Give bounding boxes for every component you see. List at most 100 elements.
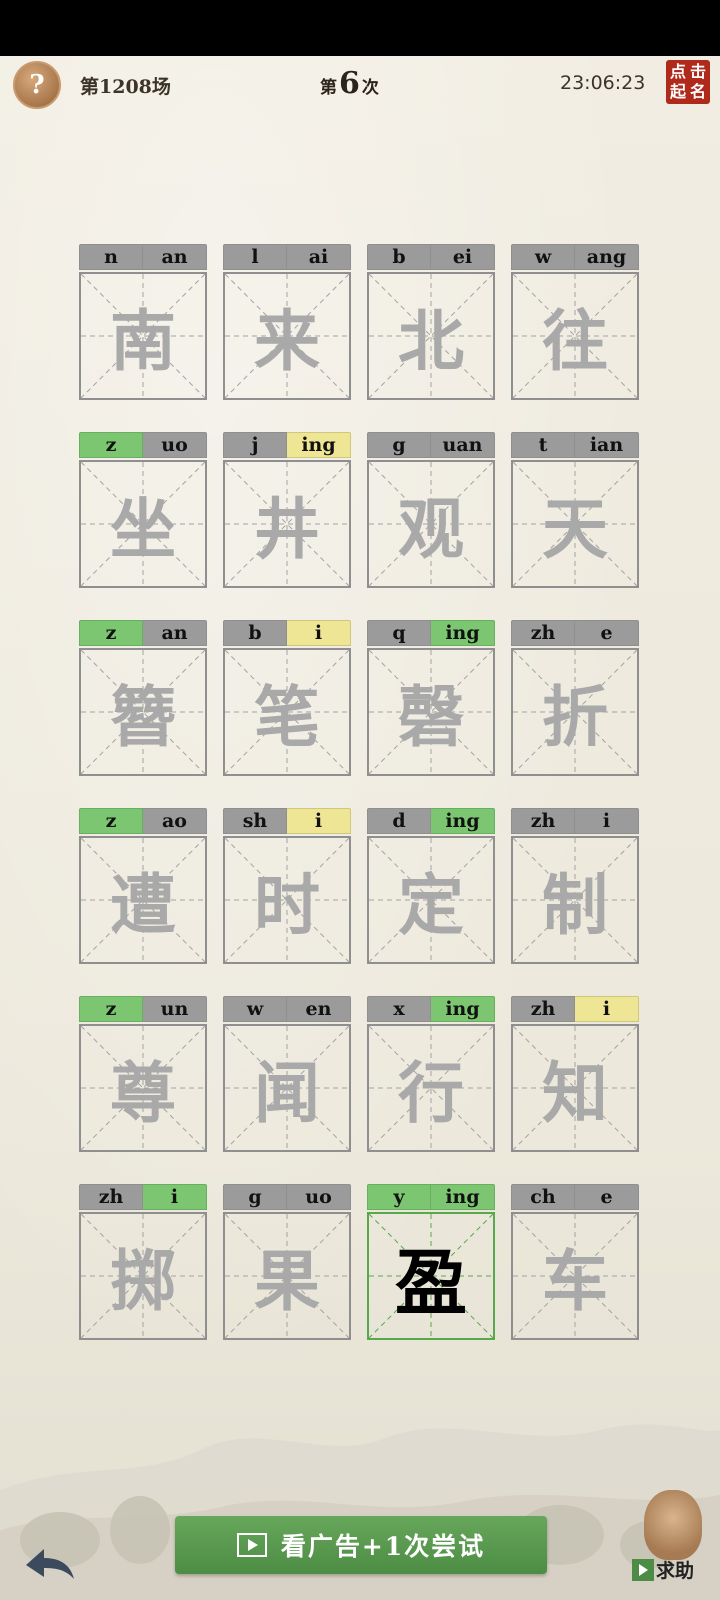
pinyin-initial: g: [223, 1184, 287, 1210]
pinyin-initial: n: [79, 244, 143, 270]
character-cell[interactable]: d ing 定: [367, 808, 495, 964]
hanzi-character: 闻: [254, 1054, 320, 1132]
round-number: 第1208场: [80, 76, 171, 98]
pinyin-final: ing: [431, 620, 495, 646]
seal-char: 点: [669, 62, 686, 81]
help-button[interactable]: ?: [13, 61, 61, 109]
pinyin-final: ang: [575, 244, 639, 270]
character-cell[interactable]: z ao 遭: [79, 808, 207, 964]
back-arrow-icon[interactable]: [22, 1543, 76, 1583]
pinyin-final: uo: [143, 432, 207, 458]
character-cell[interactable]: x ing 行: [367, 996, 495, 1152]
pinyin-final: e: [575, 620, 639, 646]
naming-seal-button[interactable]: 点 击 起 名: [666, 60, 710, 104]
pinyin-initial: j: [223, 432, 287, 458]
tianzige-box: 井: [223, 460, 351, 588]
pinyin-row: zh e: [511, 620, 639, 648]
pinyin-initial: sh: [223, 808, 287, 834]
hanzi-character: 南: [110, 302, 176, 380]
pinyin-final: uo: [287, 1184, 351, 1210]
tianzige-box: 定: [367, 836, 495, 964]
pinyin-initial: zh: [511, 808, 575, 834]
tianzige-box: 坐: [79, 460, 207, 588]
hanzi-character: 簪: [110, 678, 176, 756]
character-cell[interactable]: zh i 制: [511, 808, 639, 964]
character-cell[interactable]: ch e 车: [511, 1184, 639, 1340]
tianzige-box: 南: [79, 272, 207, 400]
character-cell[interactable]: g uo 果: [223, 1184, 351, 1340]
character-cell[interactable]: l ai 来: [223, 244, 351, 400]
character-cell[interactable]: y ing 盈: [367, 1184, 495, 1340]
pinyin-final: i: [287, 808, 351, 834]
pinyin-initial: z: [79, 432, 143, 458]
character-cell[interactable]: sh i 时: [223, 808, 351, 964]
pinyin-initial: zh: [511, 620, 575, 646]
pinyin-final: uan: [431, 432, 495, 458]
hanzi-character: 坐: [110, 490, 176, 568]
tianzige-box: 遭: [79, 836, 207, 964]
character-cell[interactable]: g uan 观: [367, 432, 495, 588]
character-cell[interactable]: j ing 井: [223, 432, 351, 588]
pinyin-row: bi: [223, 620, 351, 648]
pinyin-row: zh i: [79, 1184, 207, 1212]
pinyin-final: ing: [431, 1184, 495, 1210]
hanzi-character: 北: [398, 302, 464, 380]
hanzi-character: 观: [398, 490, 464, 568]
pinyin-row: z an: [79, 620, 207, 648]
tianzige-box: 车: [511, 1212, 639, 1340]
tianzige-box: 行: [367, 1024, 495, 1152]
attempt-suffix: 次: [361, 78, 379, 98]
hanzi-character: 井: [254, 490, 320, 568]
character-cell[interactable]: zh e 折: [511, 620, 639, 776]
pinyin-row: z uo: [79, 432, 207, 460]
character-cell[interactable]: z uo 坐: [79, 432, 207, 588]
hanzi-character: 行: [398, 1054, 464, 1132]
character-cell[interactable]: bi 笔: [223, 620, 351, 776]
hanzi-character: 天: [542, 490, 608, 568]
hanzi-character: 知: [542, 1054, 608, 1132]
hanzi-character: 磬: [398, 678, 464, 756]
character-cell[interactable]: q ing 磬: [367, 620, 495, 776]
character-cell[interactable]: zh i 掷: [79, 1184, 207, 1340]
character-cell[interactable]: z un 尊: [79, 996, 207, 1152]
pinyin-row: z ao: [79, 808, 207, 836]
pinyin-row: t ian: [511, 432, 639, 460]
character-cell[interactable]: n an 南: [79, 244, 207, 400]
tianzige-box: 簪: [79, 648, 207, 776]
tianzige-box: 天: [511, 460, 639, 588]
character-cell[interactable]: t ian 天: [511, 432, 639, 588]
video-play-icon: [236, 1533, 267, 1557]
pinyin-initial: g: [367, 432, 431, 458]
pinyin-final: ing: [431, 996, 495, 1022]
pinyin-initial: ch: [511, 1184, 575, 1210]
pinyin-initial: zh: [511, 996, 575, 1022]
hanzi-character: 盈: [394, 1239, 467, 1325]
pinyin-initial: b: [367, 244, 431, 270]
character-cell[interactable]: w en 闻: [223, 996, 351, 1152]
pinyin-final: e: [575, 1184, 639, 1210]
attempt-prefix: 第: [320, 78, 337, 98]
tianzige-box: 制: [511, 836, 639, 964]
pinyin-row: ch e: [511, 1184, 639, 1212]
hanzi-character: 制: [542, 866, 608, 944]
tianzige-box: 观: [367, 460, 495, 588]
tianzige-box: 北: [367, 272, 495, 400]
tianzige-box: 时: [223, 836, 351, 964]
character-cell[interactable]: w ang 往: [511, 244, 639, 400]
watch-ad-button[interactable]: 看广告+1次尝试: [175, 1516, 547, 1574]
seal-char: 击: [689, 62, 706, 81]
tianzige-box: 折: [511, 648, 639, 776]
pinyin-row: q ing: [367, 620, 495, 648]
hanzi-character: 掷: [110, 1242, 176, 1320]
pinyin-row: zh i: [511, 808, 639, 836]
seal-char: 起: [669, 82, 686, 101]
character-cell[interactable]: zh i 知: [511, 996, 639, 1152]
help-advisor-button[interactable]: 求助: [632, 1490, 712, 1600]
character-cell[interactable]: b ei 北: [367, 244, 495, 400]
pinyin-final: an: [143, 244, 207, 270]
character-cell[interactable]: z an 簪: [79, 620, 207, 776]
pinyin-row: x ing: [367, 996, 495, 1024]
hanzi-character: 笔: [254, 678, 320, 756]
tianzige-box: 往: [511, 272, 639, 400]
pinyin-initial: z: [79, 996, 143, 1022]
